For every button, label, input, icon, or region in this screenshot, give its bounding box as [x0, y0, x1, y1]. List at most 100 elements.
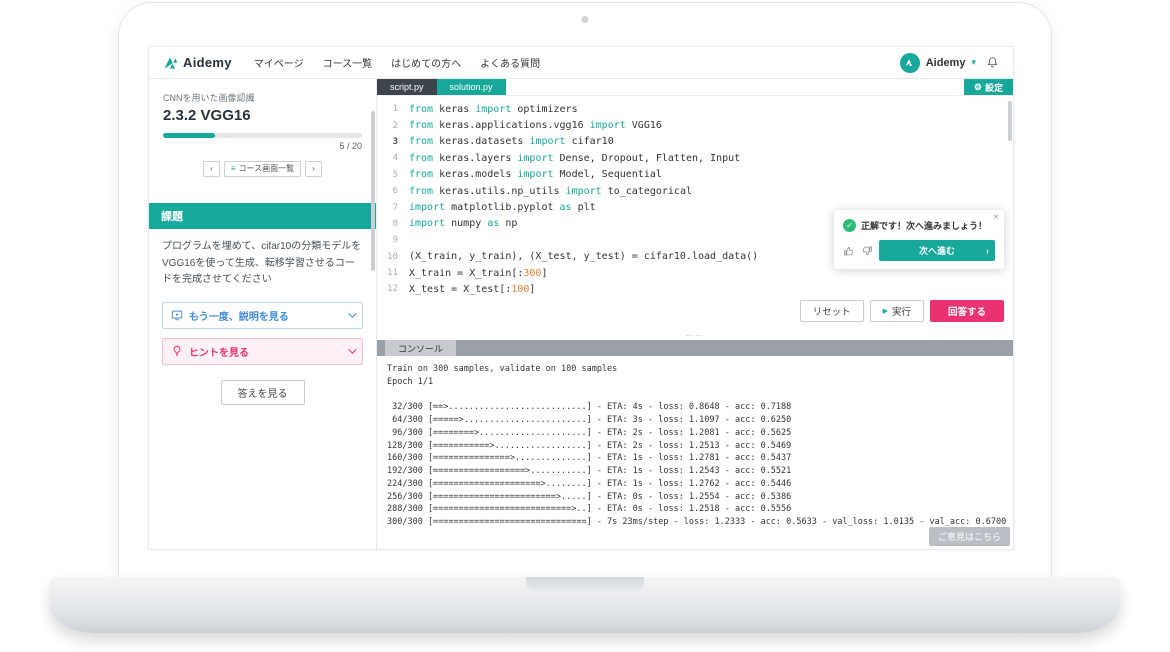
success-toast: × ✓ 正解です！次へ進みましょう！ 次へ進む ›	[834, 210, 1004, 269]
code-line[interactable]: 6 from keras.utils.np_utils import to_cat…	[377, 183, 1013, 199]
editor-tab-solution[interactable]: solution.py	[436, 79, 506, 95]
nav-right: Aidemy ▾	[899, 52, 999, 73]
task-header: 課題	[149, 203, 376, 230]
pager-prev-button[interactable]: ‹	[203, 161, 220, 178]
run-label: 実行	[891, 307, 911, 318]
laptop-base	[50, 577, 1120, 633]
task-description: プログラムを埋めて、cifar10の分類モデルをVGG16を使って生成、転移学習…	[162, 241, 362, 286]
sidebar-scrollbar[interactable]	[371, 111, 375, 271]
progress-fill	[163, 133, 215, 138]
console-header: コンソール	[377, 340, 1013, 356]
line-number: 8	[392, 218, 398, 229]
laptop-camera	[581, 16, 589, 23]
app-window: Aidemy マイページ コース一覧 はじめての方へ よくある質問 Aidemy ▾	[148, 46, 1014, 550]
hint-label: ヒントを見る	[189, 347, 249, 359]
settings-button[interactable]: ⚙ 設定	[963, 79, 1013, 95]
show-answer-button[interactable]: 答えを見る	[220, 379, 305, 405]
play-icon: ▶	[882, 308, 888, 315]
submit-button[interactable]: 回答する	[929, 300, 1004, 322]
toast-close-button[interactable]: ×	[993, 213, 999, 223]
line-number: 10	[387, 251, 398, 262]
course-list-button[interactable]: ≡ コース画面一覧	[223, 161, 302, 178]
code-text: (X_train, y_train), (X_test, y_test) = c…	[409, 251, 759, 263]
line-number: 3	[392, 136, 398, 147]
progress-label: 5 / 20	[339, 141, 362, 151]
hint-toggle[interactable]: ヒントを見る	[162, 337, 363, 365]
nav-menu-item[interactable]: コース一覧	[323, 55, 373, 70]
top-nav: Aidemy マイページ コース一覧 はじめての方へ よくある質問 Aidemy ▾	[149, 47, 1013, 79]
account-name: Aidemy	[925, 56, 966, 69]
laptop-screen: Aidemy マイページ コース一覧 はじめての方へ よくある質問 Aidemy ▾	[118, 2, 1052, 578]
panel-resize-handle[interactable]: ⋯⋯	[377, 332, 1013, 340]
line-number: 2	[392, 120, 398, 131]
nav-menu-item[interactable]: マイページ	[254, 55, 304, 70]
laptop-mockup: Aidemy マイページ コース一覧 はじめての方へ よくある質問 Aidemy ▾	[0, 0, 1170, 652]
chevron-left-icon: ‹	[210, 164, 213, 173]
code-text: from keras.datasets import cifar10	[409, 136, 614, 148]
success-check-icon: ✓	[843, 219, 856, 232]
line-number: 12	[387, 284, 398, 295]
editor-tabbar: script.py solution.py ⚙ 設定	[377, 79, 1013, 96]
hint-lightbulb-icon	[171, 345, 183, 357]
next-step-button[interactable]: 次へ進む ›	[879, 240, 995, 261]
feedback-button[interactable]: ご意見はこちら	[928, 527, 1010, 546]
console-tab[interactable]: コンソール	[385, 340, 457, 356]
run-button[interactable]: ▶ 実行	[869, 300, 924, 322]
nav-menu-item[interactable]: よくある質問	[480, 55, 540, 70]
code-text: import numpy as np	[409, 218, 518, 230]
line-number: 1	[392, 104, 398, 115]
editor-tab-script[interactable]: script.py	[377, 79, 437, 95]
sidebar: CNNを用いた画像認識 2.3.2 VGG16 5 / 20 ‹ ≡ コース画面…	[149, 79, 377, 549]
aidemy-logo-text: Aidemy	[183, 55, 232, 70]
line-number: 11	[387, 268, 398, 279]
next-step-label: 次へ進む	[918, 246, 955, 256]
sidebar-top: CNNを用いた画像認識 2.3.2 VGG16 5 / 20 ‹ ≡ コース画面…	[149, 79, 376, 178]
course-list-label: コース画面一覧	[238, 164, 295, 173]
nav-menu-item[interactable]: はじめての方へ	[391, 55, 461, 70]
code-text: from keras.models import Model, Sequenti…	[409, 169, 662, 181]
notification-bell-icon[interactable]	[986, 56, 999, 69]
code-text: from keras import optimizers	[409, 103, 578, 115]
pager-next-button[interactable]: ›	[305, 161, 322, 178]
account-menu[interactable]: Aidemy ▾	[899, 52, 976, 73]
editor-actions: リセット ▶ 実行 回答する	[799, 300, 1004, 322]
list-icon: ≡	[230, 164, 236, 173]
chevron-down-icon	[348, 309, 357, 319]
gear-icon: ⚙	[973, 81, 982, 92]
code-text: import matplotlib.pyplot as plt	[409, 202, 596, 214]
code-editor[interactable]: 1 from keras import optimizers 2 from keras…	[377, 96, 1013, 332]
editor-scrollbar[interactable]	[1008, 101, 1012, 141]
reset-button[interactable]: リセット	[799, 300, 864, 322]
toast-actions-row: 次へ進む ›	[843, 240, 995, 261]
console-output: Train on 300 samples, validate on 100 sa…	[377, 356, 1013, 549]
aidemy-logo-icon	[163, 55, 179, 71]
code-text: X_test = X_test[:100]	[409, 283, 536, 295]
line-number: 5	[392, 169, 398, 180]
replay-explanation-toggle[interactable]: もう一度、説明を見る	[162, 301, 363, 329]
settings-label: 設定	[984, 82, 1003, 93]
code-line[interactable]: 2 from keras.applications.vgg16 import VG…	[377, 117, 1013, 133]
code-line[interactable]: 12 X_test = X_test[:100]	[377, 281, 1013, 297]
chevron-right-icon: ›	[312, 164, 315, 173]
lesson-pager: ‹ ≡ コース画面一覧 ›	[163, 161, 362, 178]
code-line[interactable]: 3 from keras.datasets import cifar10	[377, 134, 1013, 150]
course-title: CNNを用いた画像認識	[163, 93, 255, 103]
laptop-notch	[526, 577, 644, 592]
chevron-down-icon	[348, 345, 357, 355]
avatar	[899, 52, 920, 73]
thumbs-down-button[interactable]	[861, 245, 873, 257]
code-text: X_train = X_train[:300]	[409, 267, 548, 279]
line-number: 4	[392, 153, 398, 164]
toast-message: 正解です！次へ進みましょう！	[861, 221, 988, 231]
toast-message-row: ✓ 正解です！次へ進みましょう！	[843, 219, 995, 232]
thumbs-up-button[interactable]	[843, 245, 855, 257]
chevron-right-icon: ›	[986, 245, 989, 256]
content-area: CNNを用いた画像認識 2.3.2 VGG16 5 / 20 ‹ ≡ コース画面…	[149, 79, 1013, 549]
code-line[interactable]: 5 from keras.models import Model, Sequent…	[377, 167, 1013, 183]
progress-bar	[163, 133, 362, 138]
chevron-down-icon: ▾	[971, 57, 976, 67]
aidemy-logo[interactable]: Aidemy	[163, 55, 232, 71]
code-line[interactable]: 1 from keras import optimizers	[377, 101, 1013, 117]
explanation-icon	[171, 309, 183, 321]
code-line[interactable]: 4 from keras.layers import Dense, Dropout…	[377, 150, 1013, 166]
